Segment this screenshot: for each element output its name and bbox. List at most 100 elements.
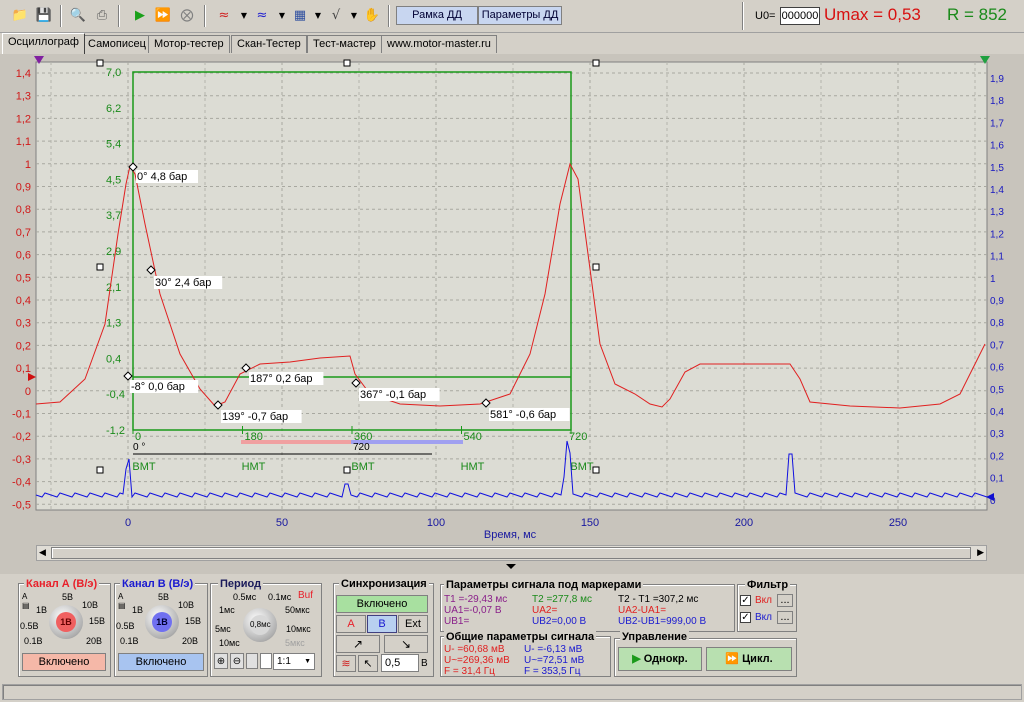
chevron-down-icon[interactable]: ▼: [308, 6, 328, 26]
print-icon[interactable]: ⎙: [92, 6, 112, 26]
save-icon[interactable]: 💾: [34, 6, 54, 26]
chevron-down-icon: ▼: [304, 658, 311, 665]
u0-input[interactable]: 000000: [780, 7, 820, 25]
cycle-length-label: 720: [353, 442, 370, 453]
filter-b-settings-button[interactable]: ...: [777, 611, 793, 624]
dd-y-tick-label: -1,2: [106, 425, 125, 437]
tab-recorder[interactable]: Самописец: [82, 35, 152, 53]
horizontal-scrollbar[interactable]: ◀ ▶: [36, 545, 987, 561]
channel-a-enable-button[interactable]: Включено: [22, 653, 106, 671]
collapse-arrow-icon[interactable]: [506, 564, 516, 569]
channel-a-range-knob[interactable]: 1В: [49, 605, 83, 639]
a-ac-value: U~=269,36 мВ: [444, 655, 510, 666]
period-label[interactable]: 0.5мс: [233, 592, 256, 602]
sync-enable-button[interactable]: Включено: [336, 595, 428, 613]
channel-a-wave-icon[interactable]: ≈: [214, 6, 234, 26]
dd-y-tick-label: 1,3: [106, 318, 121, 330]
dd-y-tick-label: -0,4: [106, 389, 125, 401]
stop-icon[interactable]: ⨂: [177, 6, 197, 26]
pressure-point-label: 0° 4,8 бар: [137, 171, 187, 183]
range-label[interactable]: 1В: [132, 605, 143, 615]
zero-marker-a-icon[interactable]: [28, 373, 36, 381]
range-label[interactable]: 20В: [86, 636, 102, 646]
scroll-left-icon[interactable]: ◀: [39, 547, 46, 558]
zoom-in-icon[interactable]: ⊕: [214, 653, 228, 669]
scroll-thumb[interactable]: [51, 547, 971, 559]
chevron-down-icon[interactable]: ▼: [272, 6, 292, 26]
print-preview-icon[interactable]: 🔍: [68, 6, 88, 26]
channel-b-wave-icon[interactable]: ≈: [252, 6, 272, 26]
left-tick-label: 0,1: [16, 363, 31, 375]
phase-label: НМТ: [461, 461, 485, 473]
oscilloscope-panel: 1,4 1,3 1,2 1,1 1 0,9 0,8 0,7 0,6 0,5 0,4 0,3 0,2 0,1…: [0, 54, 1024, 574]
filter-a-settings-button[interactable]: ...: [777, 594, 793, 607]
range-label[interactable]: 0.5В: [116, 621, 135, 631]
period-label[interactable]: 1мс: [219, 605, 235, 615]
cycle-button[interactable]: ⏩ Цикл.: [706, 647, 792, 671]
falling-edge-icon[interactable]: ↘: [384, 635, 428, 653]
period-label[interactable]: 0.1мс: [268, 592, 291, 602]
hand-icon[interactable]: ✋: [362, 6, 382, 26]
play-icon[interactable]: ▶: [130, 6, 150, 26]
rising-edge-icon[interactable]: ↗: [336, 635, 380, 653]
tab-website[interactable]: www.motor-master.ru: [381, 35, 497, 53]
range-label[interactable]: 1В: [36, 605, 47, 615]
range-label[interactable]: 0.5В: [20, 621, 39, 631]
chevron-down-icon[interactable]: ▼: [234, 6, 254, 26]
open-folder-icon[interactable]: 📁: [10, 6, 30, 26]
play-cycle-icon[interactable]: ⏩: [153, 6, 173, 26]
params-dd-button[interactable]: Параметры ДД: [478, 6, 562, 25]
calculator-icon[interactable]: ▦: [290, 6, 310, 26]
buffer-label[interactable]: Buf: [298, 590, 313, 601]
period-label[interactable]: 5мкс: [285, 638, 305, 648]
page-icon[interactable]: [246, 653, 258, 669]
range-label[interactable]: 10В: [178, 600, 194, 610]
tab-oscilloscope[interactable]: Осциллограф: [2, 33, 85, 54]
filter-a-checkbox[interactable]: ✓: [740, 595, 751, 606]
left-tick-label: -0,4: [12, 477, 31, 489]
math-function-icon[interactable]: √: [326, 6, 346, 26]
left-tick-label: 1,1: [16, 136, 31, 148]
range-label[interactable]: 15В: [185, 616, 201, 626]
tab-test-master[interactable]: Тест-мастер: [307, 35, 382, 53]
sync-channel-b-button[interactable]: B: [367, 615, 397, 633]
period-label[interactable]: 10мкс: [286, 624, 311, 634]
channel-b-enable-button[interactable]: Включено: [118, 653, 204, 671]
ratio-select[interactable]: 1:1 ▼: [273, 653, 315, 670]
sync-channel-a-button[interactable]: A: [336, 615, 366, 633]
frame-dd-button[interactable]: Рамка ДД: [396, 6, 478, 25]
range-label[interactable]: 0.1В: [120, 636, 139, 646]
period-title: Период: [218, 578, 264, 590]
period-knob[interactable]: 0,8мс: [243, 608, 277, 642]
a-freq-value: F = 31,4 Гц: [444, 666, 495, 677]
filter-b-checkbox[interactable]: ✓: [740, 612, 751, 623]
sync-level-input[interactable]: 0,5: [381, 654, 419, 672]
u0-label: U0=: [755, 10, 776, 22]
period-label[interactable]: 50мкс: [285, 605, 310, 615]
page-blank-icon[interactable]: [260, 653, 272, 669]
dd-y-tick-label: 2,9: [106, 246, 121, 258]
single-shot-button[interactable]: ▶ Однокр.: [618, 647, 702, 671]
range-label[interactable]: 5В: [158, 592, 169, 602]
channel-b-range-knob[interactable]: 1В: [145, 605, 179, 639]
b-dc-value: U- =-6,13 мВ: [524, 644, 583, 655]
dd-y-tick-label: 2,1: [106, 282, 121, 294]
auto-icon[interactable]: A ▤: [22, 592, 30, 610]
zoom-out-icon[interactable]: ⊖: [230, 653, 244, 669]
period-label[interactable]: 5мс: [215, 624, 231, 634]
auto-icon[interactable]: A ▤: [118, 592, 126, 610]
tab-scan-tester[interactable]: Скан-Тестер: [231, 35, 307, 53]
period-label[interactable]: 10мс: [219, 638, 240, 648]
range-label[interactable]: 0.1В: [24, 636, 43, 646]
oscilloscope-graph[interactable]: 1,4 1,3 1,2 1,1 1 0,9 0,8 0,7 0,6 0,5 0,4 0,3 0,2 0,1…: [0, 54, 1024, 574]
sync-mode-icon[interactable]: ≋: [336, 655, 356, 672]
range-label[interactable]: 15В: [89, 616, 105, 626]
sync-level-icon[interactable]: ↖: [358, 655, 378, 672]
scroll-right-icon[interactable]: ▶: [977, 547, 984, 558]
range-label[interactable]: 5В: [62, 592, 73, 602]
tab-motor-tester[interactable]: Мотор-тестер: [148, 35, 230, 53]
chevron-down-icon[interactable]: ▼: [344, 6, 364, 26]
range-label[interactable]: 10В: [82, 600, 98, 610]
range-label[interactable]: 20В: [182, 636, 198, 646]
sync-ext-button[interactable]: Ext: [398, 615, 428, 633]
